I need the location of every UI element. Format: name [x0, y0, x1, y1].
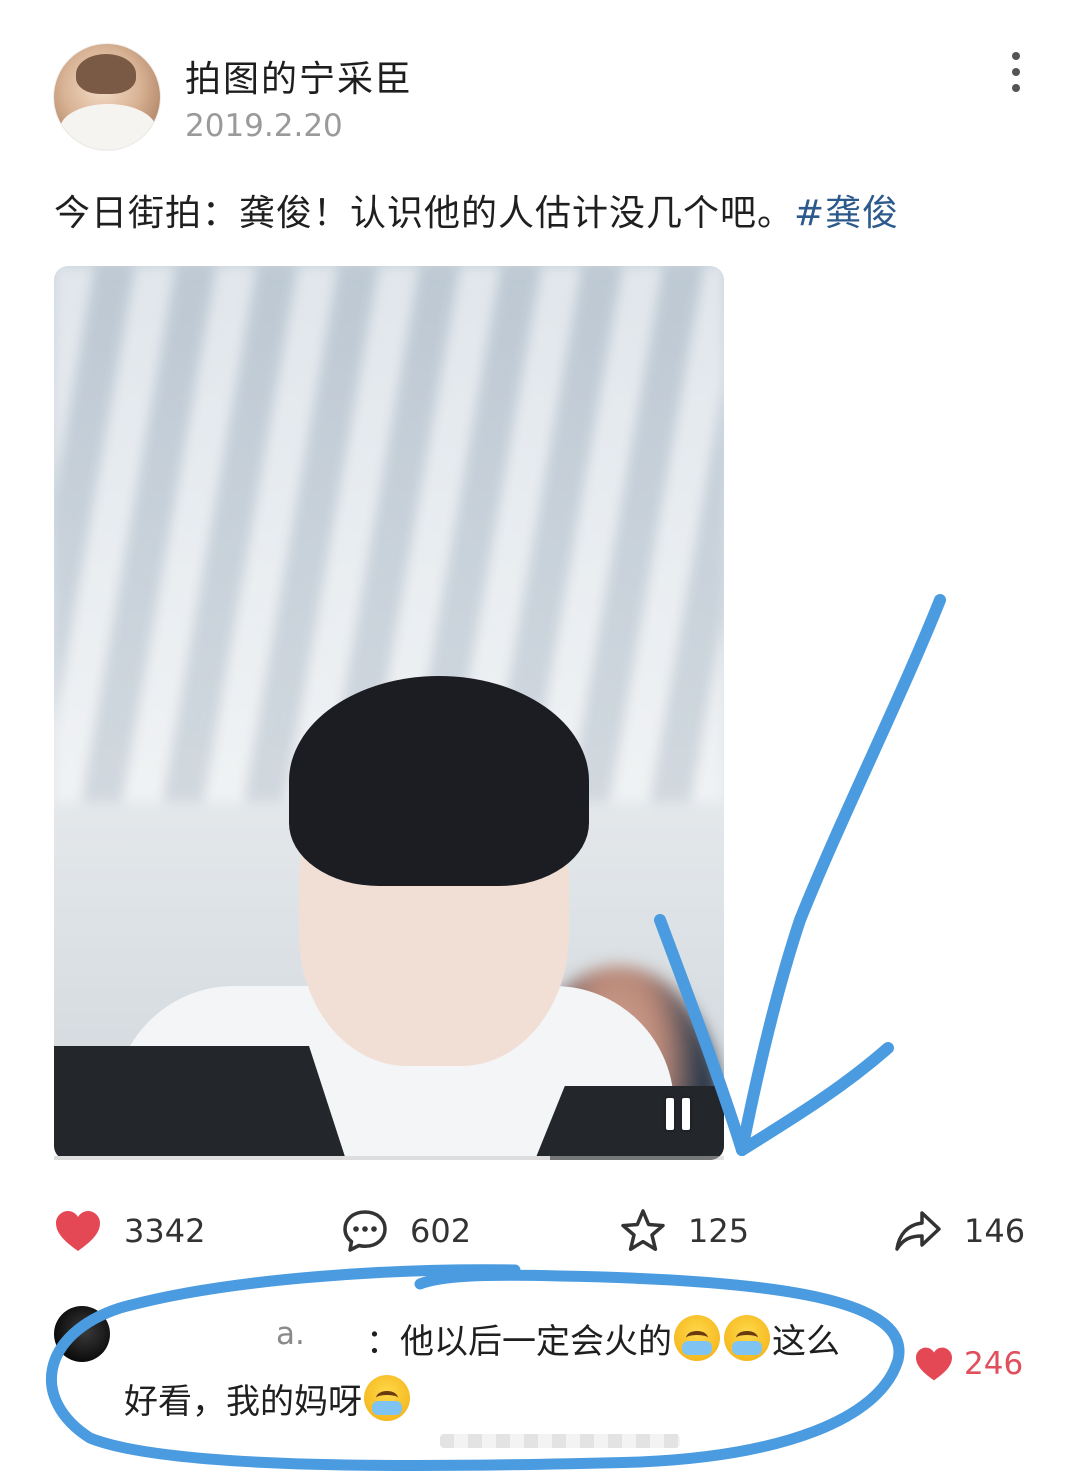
annotation-arrow-icon — [736, 594, 946, 1156]
crying-emoji — [724, 1315, 770, 1361]
comment-button[interactable]: 602 — [342, 1206, 471, 1256]
comment-text-line1: ：他以后一定会火的 — [366, 1322, 672, 1362]
more-options-icon[interactable] — [996, 46, 1036, 98]
share-arrow-icon — [895, 1211, 941, 1251]
post-date: 2019.2.20 — [185, 108, 343, 144]
favorite-count: 125 — [688, 1212, 750, 1250]
comment-like-count: 246 — [964, 1346, 1024, 1382]
video-player[interactable] — [54, 266, 724, 1160]
like-button[interactable]: 3342 — [54, 1206, 205, 1256]
hashtag-link[interactable]: #龚俊 — [794, 193, 899, 234]
comment-like-button[interactable]: 246 — [914, 1346, 1023, 1382]
comment-bubble-icon — [343, 1210, 387, 1252]
annotation-arrow-head-right — [736, 1042, 894, 1156]
watermark-bar — [440, 1434, 680, 1448]
comment-text-line2: 好看，我的妈呀 — [124, 1382, 362, 1422]
heart-icon — [916, 1347, 952, 1381]
post-text: 今日街拍：龚俊！认识他的人估计没几个吧。 — [54, 193, 795, 234]
heart-icon — [56, 1211, 100, 1251]
favorite-button[interactable]: 125 — [620, 1206, 749, 1256]
star-icon — [621, 1209, 665, 1251]
comment-body: ：他以后一定会火的 这么 好看，我的妈呀 — [124, 1312, 904, 1432]
author-username[interactable]: 拍图的宁采臣 — [185, 50, 413, 102]
share-button[interactable]: 146 — [894, 1206, 1025, 1256]
crying-emoji — [674, 1315, 720, 1361]
author-avatar[interactable] — [54, 44, 160, 150]
crying-emoji — [364, 1375, 410, 1421]
like-count: 3342 — [124, 1212, 206, 1250]
comment-text-line1-end: 这么 — [772, 1322, 840, 1362]
commenter-avatar[interactable] — [54, 1306, 110, 1362]
share-count: 146 — [964, 1212, 1026, 1250]
video-progress-bar[interactable] — [54, 1156, 724, 1160]
pause-icon[interactable] — [658, 1094, 698, 1134]
post-body: 今日街拍：龚俊！认识他的人估计没几个吧。#龚俊 — [54, 184, 899, 236]
comment-count: 602 — [410, 1212, 472, 1250]
